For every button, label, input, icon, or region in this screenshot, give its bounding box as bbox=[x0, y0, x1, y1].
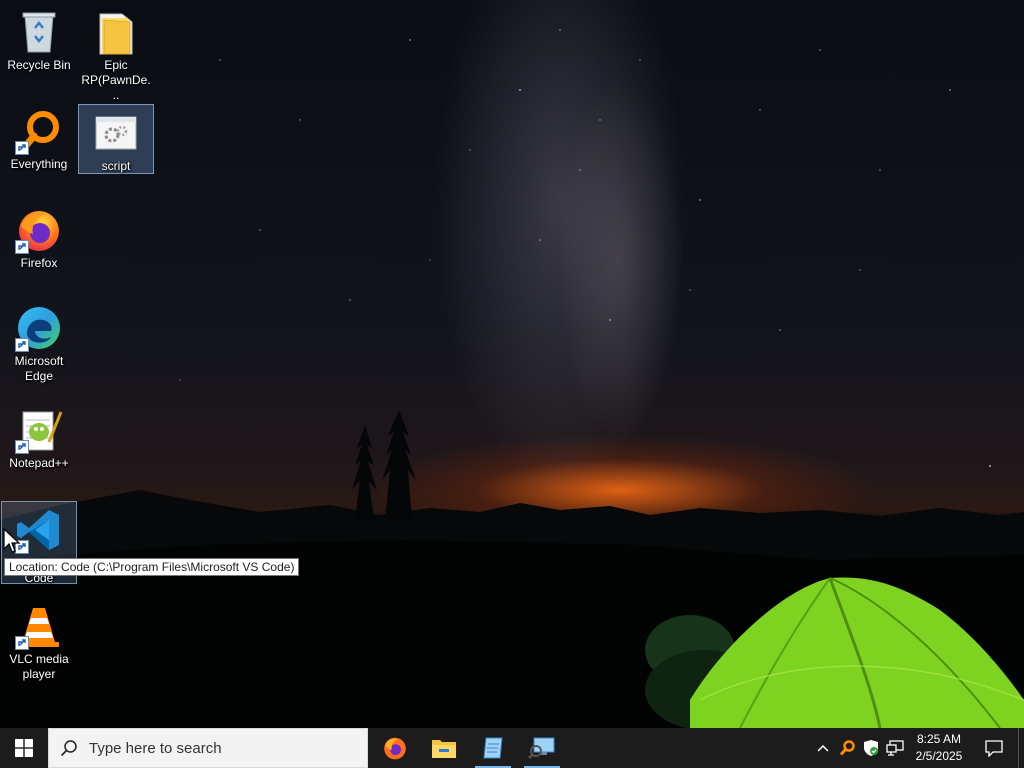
show-desktop-button[interactable] bbox=[1018, 728, 1024, 768]
mouse-cursor-icon bbox=[3, 527, 21, 559]
shortcut-arrow-icon bbox=[15, 141, 29, 155]
desktop-icon-everything[interactable]: Everything bbox=[1, 103, 77, 175]
taskbar-clock[interactable]: 8:25 AM 2/5/2025 bbox=[908, 731, 970, 765]
notepad-app-icon bbox=[483, 737, 503, 759]
network-icon bbox=[886, 740, 904, 756]
edge-icon bbox=[15, 304, 63, 352]
shortcut-arrow-icon bbox=[15, 440, 29, 454]
shortcut-arrow-icon bbox=[15, 240, 29, 254]
notepad-plus-plus-icon bbox=[15, 406, 63, 454]
firefox-icon bbox=[384, 737, 406, 760]
desktop-icon-microsoft-edge[interactable]: Microsoft Edge bbox=[1, 300, 77, 388]
tray-network[interactable] bbox=[884, 728, 906, 768]
desktop-icon-vlc-media-player[interactable]: VLC media player bbox=[1, 598, 77, 686]
everything-search-icon bbox=[15, 107, 63, 155]
shield-icon bbox=[864, 740, 878, 756]
taskbar-app-notepad[interactable] bbox=[469, 728, 517, 768]
show-hidden-icons-button[interactable] bbox=[812, 728, 834, 768]
search-icon bbox=[49, 728, 89, 768]
action-center-button[interactable] bbox=[978, 728, 1010, 768]
desktop-icon-notepad-plus-plus[interactable]: Notepad++ bbox=[1, 402, 77, 474]
vlc-icon bbox=[15, 602, 63, 650]
desktop-icon-label: script bbox=[101, 159, 131, 173]
shortcut-arrow-icon bbox=[15, 338, 29, 352]
desktop-icon-script[interactable]: script bbox=[78, 104, 154, 174]
folder-icon bbox=[92, 8, 140, 56]
desktop-icon-label: VLC media player bbox=[9, 652, 69, 681]
firefox-icon bbox=[15, 206, 63, 254]
desktop-icon-label: Recycle Bin bbox=[7, 58, 71, 72]
script-file-icon bbox=[92, 109, 140, 157]
taskbar-app-remote-desktop[interactable] bbox=[518, 728, 566, 768]
chevron-up-icon bbox=[817, 744, 829, 752]
vscode-icon bbox=[15, 506, 63, 554]
everything-search-icon bbox=[839, 740, 855, 756]
tray-windows-security[interactable] bbox=[860, 728, 882, 768]
desktop-icon-firefox[interactable]: Firefox bbox=[1, 202, 77, 274]
remote-desktop-icon bbox=[528, 737, 555, 759]
desktop-icon-label: Firefox bbox=[20, 256, 58, 270]
taskbar-app-firefox[interactable] bbox=[371, 728, 419, 768]
taskbar-search-box[interactable] bbox=[48, 728, 368, 768]
windows-logo-icon bbox=[15, 739, 33, 757]
clock-time: 8:25 AM bbox=[916, 732, 962, 746]
desktop-icon-label: Notepad++ bbox=[9, 456, 69, 470]
file-explorer-icon bbox=[432, 740, 456, 758]
recycle-bin-icon bbox=[15, 8, 63, 56]
desktop-icon-label: Epic RP(PawnDe... bbox=[81, 58, 151, 102]
taskbar-app-file-explorer[interactable] bbox=[420, 728, 468, 768]
clock-date: 2/5/2025 bbox=[915, 749, 963, 763]
taskbar: 8:25 AM 2/5/2025 bbox=[0, 728, 1024, 768]
location-tooltip: Location: Code (C:\Program Files\Microso… bbox=[4, 558, 300, 576]
desktop-icon-label: Everything bbox=[10, 157, 68, 171]
start-button[interactable] bbox=[0, 728, 48, 768]
notification-icon bbox=[985, 740, 1003, 757]
desktop-icon-recycle-bin[interactable]: Recycle Bin bbox=[1, 4, 77, 88]
desktop-icon-epic-rp-folder[interactable]: Epic RP(PawnDe... bbox=[78, 4, 154, 102]
desktop-icon-label: Microsoft Edge bbox=[14, 354, 64, 383]
search-input[interactable] bbox=[89, 739, 349, 757]
shortcut-arrow-icon bbox=[15, 636, 29, 650]
tray-everything[interactable] bbox=[836, 728, 858, 768]
